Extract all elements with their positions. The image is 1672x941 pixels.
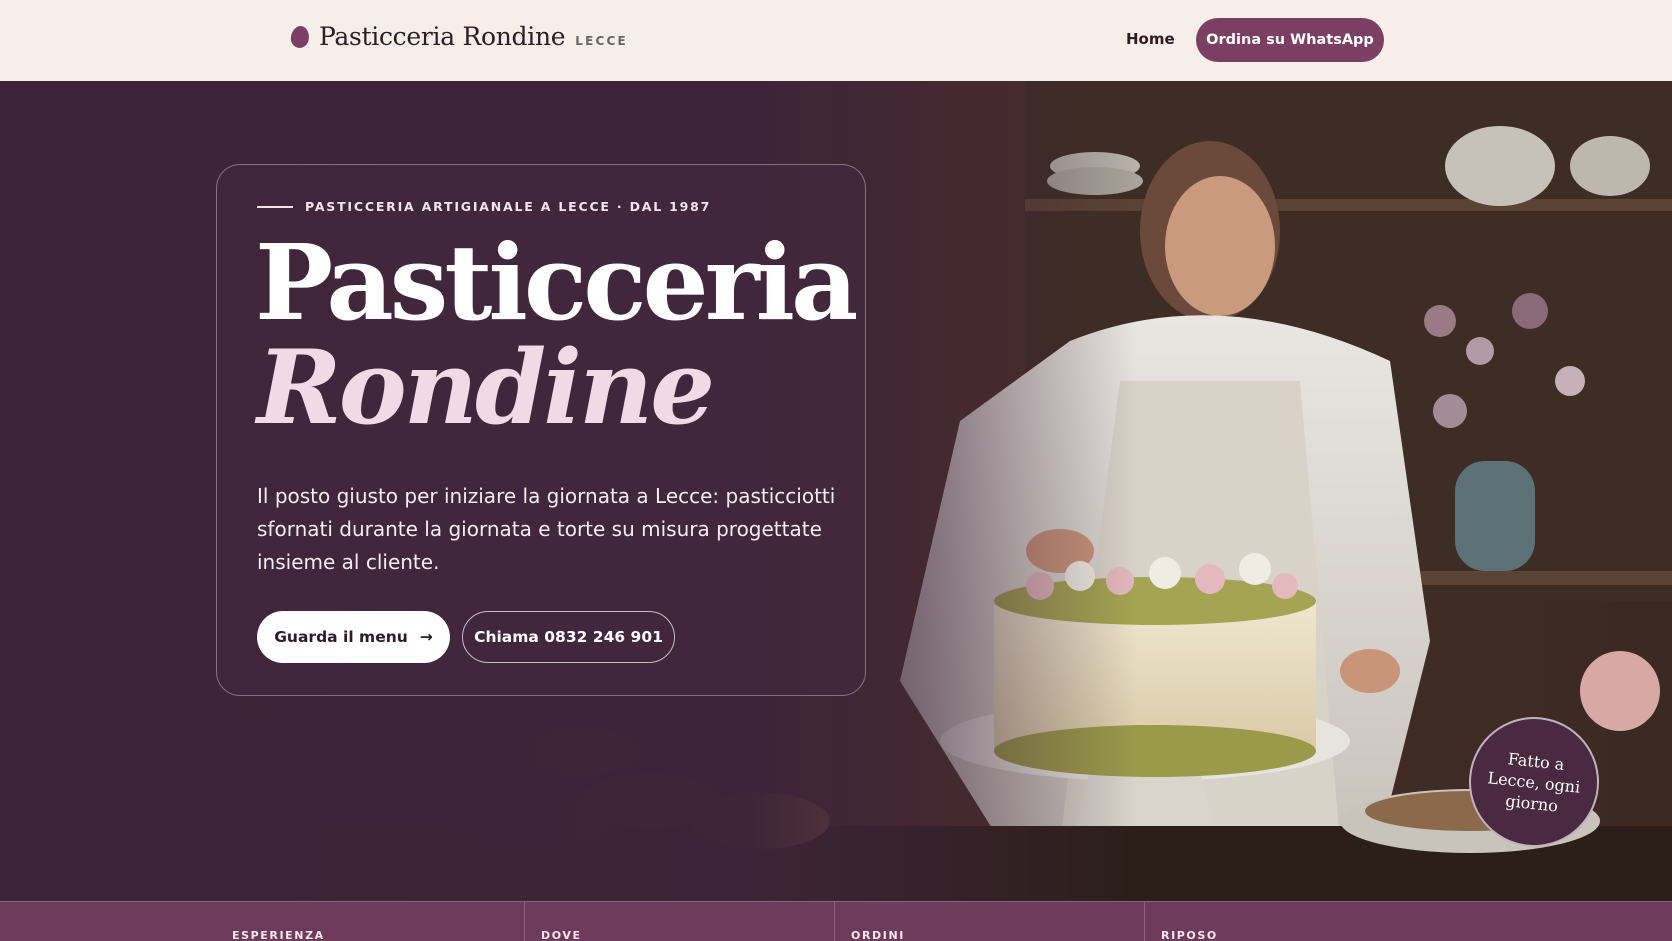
nav-home-link[interactable]: Home [1126, 30, 1175, 48]
badge-text: Fatto a Lecce, ogni giorno [1486, 748, 1582, 816]
strip-label-rest: RIPOSO [1161, 929, 1218, 941]
hero-section: PASTICCERIA ARTIGIANALE A LECCE · DAL 19… [0, 81, 1672, 901]
eyebrow-line [257, 205, 293, 208]
strip-col-rest: RIPOSO [1145, 902, 1672, 941]
hero-eyebrow: PASTICCERIA ARTIGIANALE A LECCE · DAL 19… [257, 199, 711, 214]
brand-logo[interactable]: Pasticceria Rondine LECCE [289, 22, 628, 51]
info-strip: ESPERIENZA DOVE ORDINI RIPOSO [0, 901, 1672, 941]
brand-city: LECCE [575, 34, 628, 48]
call-button[interactable]: Chiama 0832 246 901 [462, 611, 675, 663]
strip-col-orders: ORDINI [835, 902, 1145, 941]
arrow-right-icon: → [419, 628, 433, 646]
eyebrow-text: PASTICCERIA ARTIGIANALE A LECCE · DAL 19… [305, 199, 712, 214]
hero-lead: Il posto giusto per iniziare la giornata… [257, 484, 836, 574]
strip-col-where: DOVE [525, 902, 835, 941]
hero-title-line2: Rondine [257, 328, 715, 448]
drop-logo-icon [289, 24, 311, 50]
strip-col-experience: ESPERIENZA [0, 902, 525, 941]
view-menu-button[interactable]: Guarda il menu → [257, 611, 450, 663]
whatsapp-order-button[interactable]: Ordina su WhatsApp [1196, 18, 1384, 62]
strip-label-experience: ESPERIENZA [232, 929, 325, 941]
brand-name: Pasticceria Rondine [319, 22, 566, 51]
strip-label-orders: ORDINI [851, 929, 905, 941]
hero-title-line1: Pasticceria [255, 221, 858, 344]
site-header: Pasticceria Rondine LECCE Home Ordina su… [0, 0, 1672, 81]
hero-card: PASTICCERIA ARTIGIANALE A LECCE · DAL 19… [216, 164, 866, 696]
strip-label-where: DOVE [541, 929, 582, 941]
view-menu-label: Guarda il menu [274, 628, 408, 646]
